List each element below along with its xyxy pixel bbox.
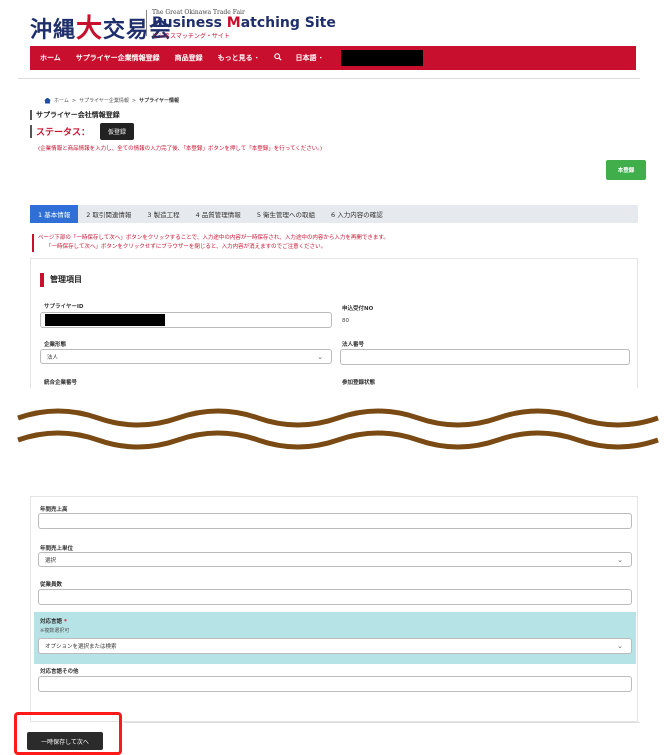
site-logo-en[interactable]: The Great Okinawa Trade Fair Business Ma… [152, 9, 336, 40]
logo-divider [146, 10, 147, 36]
tab-manufacturing-process[interactable]: 3 製造工程 [139, 205, 187, 223]
supplier-id-label: サプライヤーID [44, 304, 84, 310]
breadcrumb-home[interactable]: ホーム [54, 97, 69, 104]
supplier-id-field [40, 312, 332, 328]
application-no-value: 80 [342, 318, 349, 324]
tab-confirm-input[interactable]: 6 入力内容の確認 [323, 205, 391, 223]
site-logo-jp[interactable]: 沖縄大交易会 [30, 8, 172, 45]
language-label: 対応言語 * [40, 619, 67, 625]
logo-jp-big: 大 [76, 14, 104, 44]
annual-sales-input[interactable] [38, 513, 632, 529]
chevron-down-icon: ⌄ [617, 642, 623, 650]
language-hint: ※複数選択可 [40, 628, 70, 634]
save-warning-line2: 「一時保存して次へ」ボタンをクリックせずにブラウザーを閉じると、入力内容が消えま… [46, 244, 327, 250]
site-header: 沖縄大交易会 The Great Okinawa Trade Fair Busi… [0, 0, 667, 44]
nav-item-more[interactable]: もっと見る ･ [218, 53, 259, 63]
logo-jp-pre: 沖縄 [30, 17, 77, 43]
integrated-company-label: 統合企業番号 [44, 380, 78, 386]
save-and-next-button[interactable]: 一時保存して次へ [27, 732, 103, 750]
required-marker: * [63, 619, 67, 625]
corporate-number-label: 法人番号 [342, 342, 365, 348]
nav-item-home[interactable]: ホーム [40, 53, 61, 63]
annual-sales-unit-label: 年間売上単位 [40, 546, 74, 552]
search-icon[interactable] [273, 53, 282, 63]
nav-item-supplier-info[interactable]: サプライヤー企業情報登録 [76, 53, 160, 63]
annual-sales-unit-value: 選択 [45, 557, 57, 564]
tab-basic-info[interactable]: 1 基本情報 [30, 205, 79, 223]
redacted-user-area [341, 50, 424, 66]
other-language-label: 対応言語その他 [40, 669, 79, 675]
language-placeholder: オプションを選択または検索 [45, 644, 117, 650]
employees-input[interactable] [38, 589, 632, 605]
footer-divider [124, 722, 640, 723]
company-type-label: 企業形態 [44, 342, 67, 348]
annual-sales-unit-select[interactable]: 選択 ⌄ [38, 552, 632, 567]
language-selector[interactable]: 日本語 ･ [296, 53, 323, 63]
annual-sales-label: 年間売上高 [40, 507, 68, 513]
application-no-label: 申込受付NO [342, 306, 374, 312]
registration-notice: (企業情報と商品情報を入力し、全ての情報の入力完了後、「本登録」ボタンを押して「… [38, 146, 323, 152]
breadcrumb-current: サプライヤー情報 [139, 98, 179, 104]
participation-status-label: 参加登録状態 [342, 380, 376, 386]
redacted-supplier-id [45, 314, 165, 326]
breadcrumb-separator: > [71, 97, 77, 104]
step-tabs: 1 基本情報 2 取引関連情報 3 製造工程 4 品質管理情報 5 衛生管理への… [30, 205, 638, 223]
page-title: サプライヤー会社情報登録 [30, 110, 120, 120]
corporate-number-input[interactable] [340, 349, 630, 365]
employees-label: 従業員数 [40, 582, 63, 588]
page-break-wave [17, 408, 659, 450]
section-title: 管理項目 [40, 273, 82, 287]
company-type-value: 法人 [47, 354, 59, 361]
other-language-input[interactable] [38, 676, 632, 692]
main-nav: ホーム サプライヤー企業情報登録 商品登録 もっと見る ･ 日本語 ･ [30, 46, 636, 70]
tab-hygiene-management[interactable]: 5 衛生管理への取組 [249, 205, 323, 223]
breadcrumb-supplier-info[interactable]: サプライヤー企業情報 [79, 97, 129, 104]
chevron-down-icon: ⌄ [317, 353, 323, 361]
logo-en-subtitle: ビジネスマッチング・サイト [152, 33, 230, 40]
chevron-down-icon: ⌄ [617, 556, 623, 564]
breadcrumb-separator: > [131, 97, 137, 104]
status-label: ステータス： [30, 125, 90, 138]
save-warning-line1: ページ下部の「一時保存して次へ」ボタンをクリックすることで、入力途中の内容が一時… [38, 235, 389, 241]
save-warning: ページ下部の「一時保存して次へ」ボタンをクリックすることで、入力途中の内容が一時… [32, 234, 389, 252]
status-badge: 仮登録 [100, 123, 135, 140]
home-icon[interactable] [44, 97, 51, 104]
tab-trade-info[interactable]: 2 取引関連情報 [78, 205, 139, 223]
logo-en-title: Business Matching Site [152, 15, 336, 31]
tab-quality-control[interactable]: 4 品質管理情報 [188, 205, 249, 223]
status-row: ステータス： 仮登録 [30, 123, 135, 140]
company-type-select[interactable]: 法人 ⌄ [40, 349, 332, 364]
nav-item-product-registration[interactable]: 商品登録 [175, 53, 203, 63]
language-multiselect[interactable]: オプションを選択または検索 ⌄ [38, 638, 632, 654]
breadcrumb: ホーム > サプライヤー企業情報 > サプライヤー情報 [44, 97, 179, 104]
header-divider [18, 78, 640, 79]
register-button[interactable]: 本登録 [606, 160, 646, 180]
